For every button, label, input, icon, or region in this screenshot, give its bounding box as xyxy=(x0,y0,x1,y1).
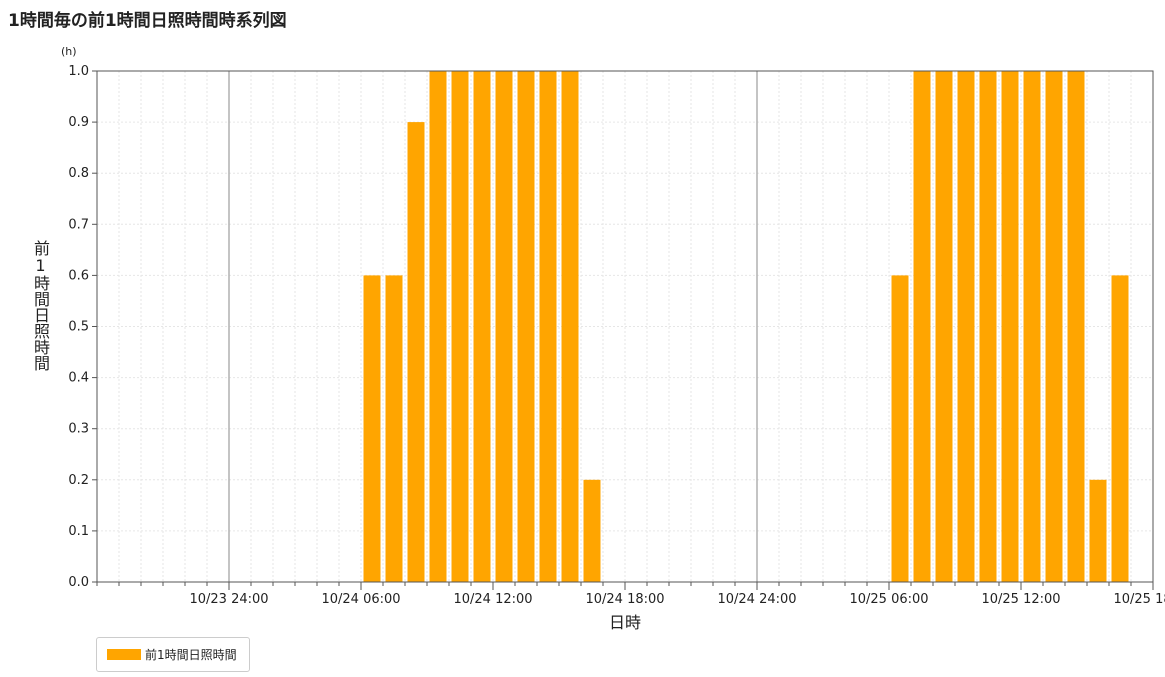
bar[interactable] xyxy=(935,71,953,582)
x-tick-label: 10/23 24:00 xyxy=(189,592,268,607)
legend-swatch xyxy=(107,649,141,660)
bar[interactable] xyxy=(495,71,513,582)
bar[interactable] xyxy=(1023,71,1041,582)
bar[interactable] xyxy=(1067,71,1085,582)
bar[interactable] xyxy=(473,71,491,582)
bar[interactable] xyxy=(539,71,557,582)
y-tick-label: 0.9 xyxy=(68,115,89,130)
bar[interactable] xyxy=(1001,71,1019,582)
y-tick-label: 0.5 xyxy=(68,320,89,335)
bar[interactable] xyxy=(363,275,381,582)
y-unit-label: (h) xyxy=(61,45,77,58)
y-tick-label: 0.2 xyxy=(68,473,89,488)
y-tick-label: 0.7 xyxy=(68,217,89,232)
y-tick-label: 0.1 xyxy=(68,524,89,539)
bar[interactable] xyxy=(429,71,447,582)
x-tick-label: 10/25 18:00 xyxy=(1113,592,1165,607)
bar[interactable] xyxy=(1111,275,1129,582)
bar[interactable] xyxy=(385,275,403,582)
bar[interactable] xyxy=(407,122,425,582)
bar[interactable] xyxy=(891,275,909,582)
legend[interactable]: 前1時間日照時間 xyxy=(96,637,250,672)
y-tick-label: 0.3 xyxy=(68,422,89,437)
x-axis-title: 日時 xyxy=(609,613,641,632)
axis-layer: 0.0 0.1 0.2 0.3 0.4 0.5 0.6 0.7 0.8 0.9 1.0 10/23 2… xyxy=(68,64,1165,607)
bar[interactable] xyxy=(979,71,997,582)
y-tick-label: 1.0 xyxy=(68,64,89,79)
bar[interactable] xyxy=(957,71,975,582)
bar[interactable] xyxy=(451,71,469,582)
x-tick-label: 10/24 12:00 xyxy=(453,592,532,607)
x-tick-label: 10/25 12:00 xyxy=(981,592,1060,607)
bar[interactable] xyxy=(517,71,535,582)
y-tick-label: 0.0 xyxy=(68,575,89,590)
y-tick-label: 0.6 xyxy=(68,268,89,283)
y-axis-title: 前1時間日照時間 xyxy=(31,240,50,371)
y-tick-label: 0.4 xyxy=(68,371,89,386)
bar[interactable] xyxy=(1089,479,1107,582)
y-tick-label: 0.8 xyxy=(68,166,89,181)
bar[interactable] xyxy=(583,479,601,582)
x-tick-label: 10/25 06:00 xyxy=(849,592,928,607)
x-tick-label: 10/24 06:00 xyxy=(321,592,400,607)
x-tick-label: 10/24 18:00 xyxy=(585,592,664,607)
bar[interactable] xyxy=(1045,71,1063,582)
bar[interactable] xyxy=(913,71,931,582)
chart-area: 0.0 0.1 0.2 0.3 0.4 0.5 0.6 0.7 0.8 0.9 1.0 10/23 2… xyxy=(61,45,1165,632)
bar[interactable] xyxy=(561,71,579,582)
legend-label: 前1時間日照時間 xyxy=(145,648,237,662)
x-tick-label: 10/24 24:00 xyxy=(717,592,796,607)
